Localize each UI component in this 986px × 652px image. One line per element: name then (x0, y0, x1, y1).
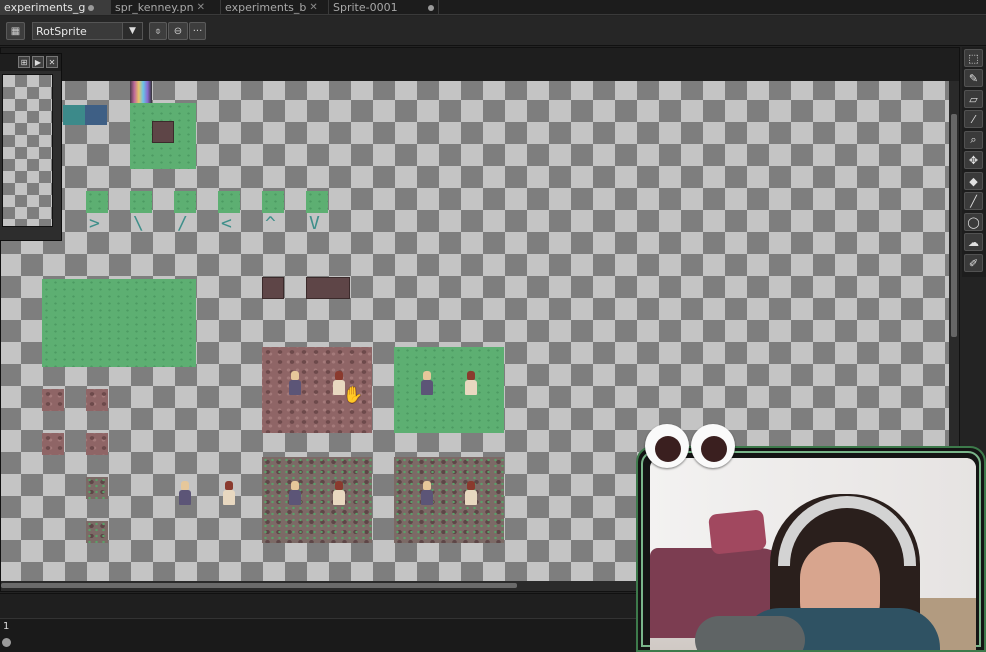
direction-glyph: / (177, 213, 188, 234)
tile-rock-small (42, 389, 64, 411)
modified-dot-icon (428, 4, 434, 11)
microphone-icon (695, 616, 805, 650)
character-sprite (332, 481, 346, 507)
scroll-thumb[interactable] (951, 114, 957, 337)
tab-experiments-g[interactable]: experiments_g (0, 0, 111, 15)
modified-dot-icon (88, 4, 95, 11)
zoom-icon[interactable]: ⌕ (964, 131, 983, 149)
tile-grass-small (306, 191, 328, 213)
close-icon[interactable]: ✕ (309, 2, 317, 13)
tile-grass-large (42, 279, 196, 367)
transform-algorithm-select[interactable]: RotSprite ▼ (32, 22, 143, 40)
googly-eyes (645, 424, 737, 470)
googly-eye-icon (691, 424, 735, 468)
character-sprite (464, 481, 478, 507)
tile-crate-double (306, 277, 350, 299)
tile-teal (63, 105, 85, 125)
preview-panel: ⊞ ▶ ✕ (0, 53, 62, 241)
paint-bucket-icon[interactable]: ◆ (964, 172, 983, 190)
tile-grass-small (174, 191, 196, 213)
tile-rock-small (42, 433, 64, 455)
close-icon[interactable]: ✕ (46, 56, 58, 68)
direction-glyph: \ (133, 213, 144, 234)
frame-number[interactable]: 1 (3, 621, 9, 632)
tab-experiments-b[interactable]: experiments_b ✕ (221, 0, 329, 15)
character-sprite (178, 481, 192, 507)
webcam-pillow (708, 509, 767, 555)
pivot-icon[interactable]: ⌽ (149, 22, 167, 40)
tile-spectrum (130, 81, 152, 103)
tab-label: Sprite-0001 (333, 1, 398, 14)
play-icon[interactable]: ▶ (32, 56, 44, 68)
tab-spr-kenney[interactable]: spr_kenney.pn ✕ (111, 0, 221, 15)
pencil-icon[interactable]: ✎ (964, 69, 983, 87)
tile-mixed-block-2 (394, 457, 504, 543)
tile-crate (262, 277, 284, 299)
tile-grass-small (86, 191, 108, 213)
tile-grass-small (218, 191, 240, 213)
tab-label: experiments_b (225, 1, 307, 14)
character-sprite (420, 481, 434, 507)
character-sprite (420, 371, 434, 397)
webcam-feed (650, 458, 976, 650)
webcam-overlay (636, 446, 986, 652)
close-icon[interactable]: ✕ (197, 2, 205, 13)
preview-titlebar: ⊞ ▶ ✕ (0, 54, 61, 71)
tile-grass-small (130, 191, 152, 213)
tab-label: experiments_g (4, 1, 86, 14)
hand-cursor-icon: ✋ (343, 385, 363, 404)
move-icon[interactable]: ✥ (964, 151, 983, 169)
grid-icon[interactable]: ▦ (6, 22, 25, 40)
tile-blue (85, 105, 107, 125)
character-sprite (288, 371, 302, 397)
tile-rock-small (86, 433, 108, 455)
editor-top-margin (1, 48, 959, 81)
fit-icon[interactable]: ⊞ (18, 56, 30, 68)
select-value: RotSprite (36, 24, 87, 38)
eyedropper-icon[interactable]: ⁄ (964, 110, 983, 128)
character-sprite (222, 481, 236, 507)
tile-mixed-small (86, 477, 108, 499)
direction-glyph: > (89, 213, 100, 234)
tile-crate (152, 121, 174, 143)
line-icon[interactable]: ╱ (964, 192, 983, 210)
character-sprite (288, 481, 302, 507)
eraser-icon[interactable]: ▱ (964, 90, 983, 108)
tile-grass-small (262, 191, 284, 213)
tile-grass-block-2 (394, 347, 504, 433)
tab-label: spr_kenney.pn (115, 1, 194, 14)
direction-glyph: < (221, 213, 232, 234)
tab-bar: experiments_g spr_kenney.pn ✕ experiment… (0, 0, 986, 15)
ellipse-icon[interactable]: ◯ (964, 213, 983, 231)
scroll-thumb[interactable] (1, 583, 517, 588)
preview-image (2, 74, 53, 227)
rectangle-marquee-icon[interactable]: ⬚ (964, 49, 983, 67)
contour-icon[interactable]: ☁ (964, 233, 983, 251)
tools-palette: ⬚ ✎ ▱ ⁄ ⌕ ✥ ◆ ╱ ◯ ☁ ✐ (962, 47, 986, 277)
blur-brush-icon[interactable]: ✐ (964, 254, 983, 272)
tile-rock-small (86, 389, 108, 411)
tab-sprite-0001[interactable]: Sprite-0001 (329, 0, 439, 15)
direction-glyph: ^ (265, 213, 276, 234)
character-sprite (464, 371, 478, 397)
more-button[interactable]: ··· (189, 22, 206, 40)
cel-dot-icon[interactable] (2, 638, 11, 647)
flip-icon[interactable]: ⊖ (168, 22, 188, 40)
chevron-down-icon[interactable]: ▼ (122, 23, 142, 39)
tile-mixed-small (86, 521, 108, 543)
tile-mixed-block (262, 457, 372, 543)
googly-eye-icon (645, 424, 689, 468)
context-toolbar: ▦ RotSprite ▼ ⌽ ⊖ ··· (0, 16, 986, 46)
direction-glyph: V (309, 213, 320, 234)
